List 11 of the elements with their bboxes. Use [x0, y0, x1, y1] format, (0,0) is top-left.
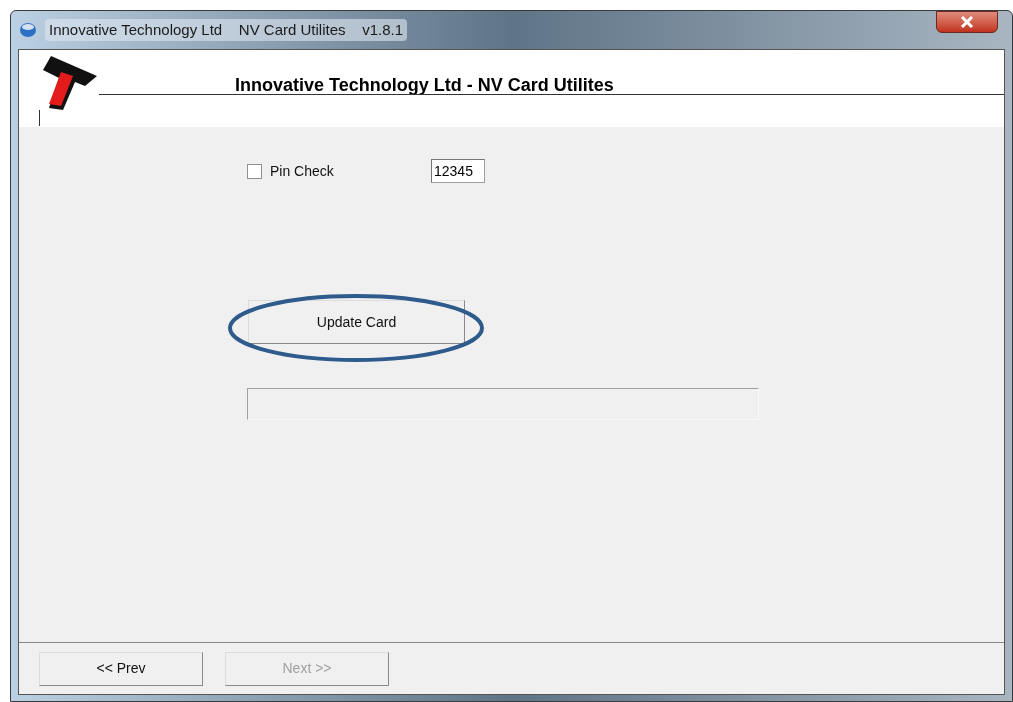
prev-button[interactable]: << Prev [39, 651, 203, 686]
pin-field[interactable]: 12345 [431, 159, 485, 183]
close-button[interactable] [936, 11, 998, 33]
close-icon [960, 16, 974, 28]
pin-check-checkbox[interactable] [247, 164, 262, 179]
window-title: Innovative Technology Ltd NV Card Utilites v1.8.1 [45, 18, 408, 42]
header-title: Innovative Technology Ltd - NV Card Utilites [235, 74, 614, 97]
pin-check-label: Pin Check [270, 162, 334, 181]
update-card-button[interactable]: Update Card [248, 300, 465, 344]
app-icon [19, 22, 37, 38]
logo-icon [41, 56, 97, 110]
